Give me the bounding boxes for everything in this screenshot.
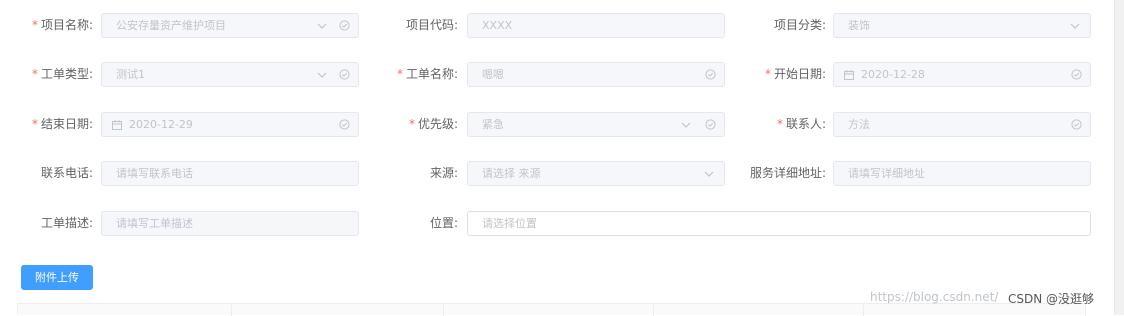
- work-order-desc-input[interactable]: 请填写工单描述: [101, 211, 359, 236]
- project-name-value: 公安存量资产维护项目: [116, 19, 226, 32]
- required-asterisk: *: [31, 18, 38, 32]
- chevron-down-icon: [315, 63, 329, 86]
- priority-select[interactable]: 紧急: [467, 112, 725, 137]
- vertical-scrollbar[interactable]: [1114, 0, 1124, 315]
- work-order-desc-label: 工单描述:: [40, 216, 93, 230]
- circle-check-icon: [337, 63, 351, 86]
- contact-phone-placeholder: 请填写联系电话: [116, 167, 193, 180]
- circle-check-icon: [337, 14, 351, 37]
- source-label: 来源:: [429, 166, 458, 180]
- chevron-down-icon: [1068, 14, 1082, 37]
- table-column-divider: [443, 304, 444, 316]
- project-code-input[interactable]: XXXX: [467, 13, 725, 38]
- calendar-icon: [842, 63, 856, 86]
- calendar-icon: [110, 113, 124, 136]
- priority-value: 紧急: [482, 118, 504, 131]
- attachment-table-header: [17, 303, 1086, 316]
- required-asterisk: *: [764, 67, 771, 81]
- start-date-label: * 开始日期:: [764, 67, 826, 81]
- work-order-desc-placeholder: 请填写工单描述: [116, 217, 193, 230]
- watermark-csdn: CSDN @没逛够: [1008, 292, 1095, 306]
- service-address-input[interactable]: 请填写详细地址: [833, 161, 1091, 186]
- work-order-name-label: * 工单名称:: [396, 67, 458, 81]
- location-input[interactable]: 请选择位置: [467, 211, 1091, 236]
- chevron-down-icon: [315, 14, 329, 37]
- contact-input[interactable]: 方法: [833, 112, 1091, 137]
- required-asterisk: *: [396, 67, 403, 81]
- required-asterisk: *: [31, 67, 38, 81]
- work-order-type-label: * 工单类型:: [31, 67, 93, 81]
- contact-label: * 联系人:: [776, 117, 826, 131]
- chevron-down-icon: [679, 113, 693, 136]
- chevron-down-icon: [702, 162, 716, 185]
- contact-value: 方法: [848, 118, 870, 131]
- project-category-select[interactable]: 装饰: [833, 13, 1091, 38]
- circle-check-icon: [1069, 113, 1083, 136]
- project-name-select[interactable]: 公安存量资产维护项目: [101, 13, 359, 38]
- project-category-value: 装饰: [848, 19, 870, 32]
- end-date-picker[interactable]: 2020-12-29: [101, 112, 359, 137]
- table-column-divider: [863, 304, 864, 316]
- contact-phone-label: 联系电话:: [40, 166, 93, 180]
- required-asterisk: *: [408, 117, 415, 131]
- end-date-label: * 结束日期:: [31, 117, 93, 131]
- location-placeholder: 请选择位置: [482, 217, 537, 230]
- service-address-label: 服务详细地址:: [749, 166, 826, 180]
- source-placeholder: 请选择 来源: [482, 167, 541, 180]
- work-order-type-select[interactable]: 测试1: [101, 62, 359, 87]
- start-date-picker[interactable]: 2020-12-28: [833, 62, 1091, 87]
- work-order-name-input[interactable]: 嗯嗯: [467, 62, 725, 87]
- watermark-url: https://blog.csdn.net/: [870, 290, 999, 304]
- end-date-value: 2020-12-29: [129, 118, 193, 131]
- circle-check-icon: [337, 113, 351, 136]
- start-date-value: 2020-12-28: [861, 68, 925, 81]
- contact-phone-input[interactable]: 请填写联系电话: [101, 161, 359, 186]
- service-address-placeholder: 请填写详细地址: [848, 167, 925, 180]
- required-asterisk: *: [776, 117, 783, 131]
- priority-label: * 优先级:: [408, 117, 458, 131]
- circle-check-icon: [703, 113, 717, 136]
- project-code-value: XXXX: [482, 19, 513, 32]
- work-order-type-value: 测试1: [116, 68, 145, 81]
- required-asterisk: *: [31, 117, 38, 131]
- project-code-label: 项目代码:: [405, 18, 458, 32]
- table-column-divider: [231, 304, 232, 316]
- project-category-label: 项目分类:: [773, 18, 826, 32]
- table-column-divider: [653, 304, 654, 316]
- work-order-name-value: 嗯嗯: [482, 68, 504, 81]
- project-name-label: * 项目名称:: [31, 18, 93, 32]
- circle-check-icon: [1069, 63, 1083, 86]
- circle-check-icon: [703, 63, 717, 86]
- source-select[interactable]: 请选择 来源: [467, 161, 725, 186]
- location-label: 位置:: [429, 216, 458, 230]
- upload-attachment-button[interactable]: 附件上传: [21, 265, 93, 290]
